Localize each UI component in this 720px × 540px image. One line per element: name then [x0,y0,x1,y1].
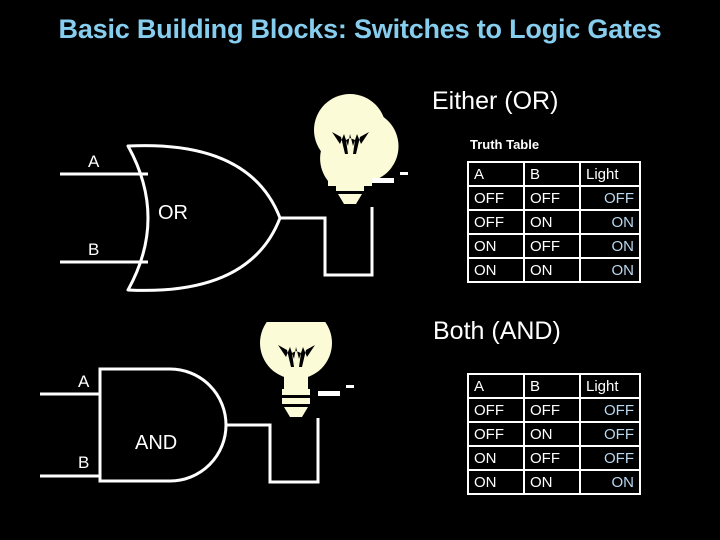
table-row: ON ON ON [467,257,641,283]
light-bulb-neck [284,369,308,391]
cell-light: OFF [579,185,641,211]
gate-label-and: AND [135,432,178,454]
cell-a: ON [467,469,525,495]
circuit-diagram-or: OR A B [40,90,440,300]
input-label-b: B [88,240,100,259]
table-header-light: Light [579,161,641,187]
or-gate-shape [126,144,282,292]
gate-label-or: OR [158,202,188,224]
cell-b: ON [523,421,581,447]
cell-light: OFF [579,445,641,471]
bulb-base-tip [284,407,308,417]
section-heading-and: Both (AND) [433,317,561,345]
cell-b: ON [523,209,581,235]
bulb-base-band-2 [282,398,310,404]
table-row: ON OFF OFF [467,445,641,471]
input-label-b: B [78,453,90,472]
cell-a: OFF [467,421,525,447]
section-heading-or: Either (OR) [432,87,559,115]
table-header-b: B [523,373,581,399]
and-gate-shape [98,367,228,483]
light-bulb-neck [338,156,362,178]
cell-b: ON [523,257,581,283]
and-circuit-svg [40,322,354,484]
bulb-base-band-2 [336,185,364,191]
output-wire [280,207,374,277]
cell-a: OFF [467,185,525,211]
table-header-row: A B Light [467,373,641,399]
table-row: ON ON ON [467,469,641,495]
truth-table-and: A B Light OFF OFF OFF OFF ON OFF ON OFF … [467,373,641,495]
cell-light: OFF [579,421,641,447]
cell-light: ON [579,257,641,283]
light-bulb-globe [314,94,386,166]
cell-b: OFF [523,397,581,423]
table-header-a: A [467,161,525,187]
circuit-diagram-and: AND A B [40,322,440,522]
cell-a: ON [467,445,525,471]
cell-b: OFF [523,185,581,211]
bulb-lead-dash-short [346,385,354,388]
cell-b: OFF [523,445,581,471]
table-row: OFF OFF OFF [467,185,641,211]
table-header-light: Light [579,373,641,399]
truth-table-or: A B Light OFF OFF OFF OFF ON ON ON OFF O… [467,161,641,283]
cell-a: OFF [467,397,525,423]
cell-a: ON [467,257,525,283]
table-row: ON OFF ON [467,233,641,259]
bulb-base-tip [338,194,362,204]
input-label-a: A [88,152,100,171]
cell-light: ON [579,469,641,495]
table-row: OFF ON OFF [467,421,641,447]
table-row: OFF ON ON [467,209,641,235]
output-wire [226,418,320,484]
or-circuit-svg [60,94,408,292]
input-label-a: A [78,372,90,391]
bulb-base-band-1 [282,389,310,395]
cell-b: OFF [523,233,581,259]
table-header-row: A B Light [467,161,641,187]
cell-b: ON [523,469,581,495]
bulb-lead-dash-long [372,178,394,183]
slide-canvas: Basic Building Blocks: Switches to Logic… [0,0,720,540]
table-header-b: B [523,161,581,187]
table-header-a: A [467,373,525,399]
table-row: OFF OFF OFF [467,397,641,423]
cell-a: ON [467,233,525,259]
bulb-base-band-1 [336,176,364,182]
bulb-lead-dash-long [318,391,340,396]
cell-light: ON [579,233,641,259]
cell-light: ON [579,209,641,235]
bulb-lead-dash-short [400,172,408,175]
truth-table-caption: Truth Table [470,137,540,152]
page-title: Basic Building Blocks: Switches to Logic… [58,14,662,44]
cell-light: OFF [579,397,641,423]
cell-a: OFF [467,209,525,235]
